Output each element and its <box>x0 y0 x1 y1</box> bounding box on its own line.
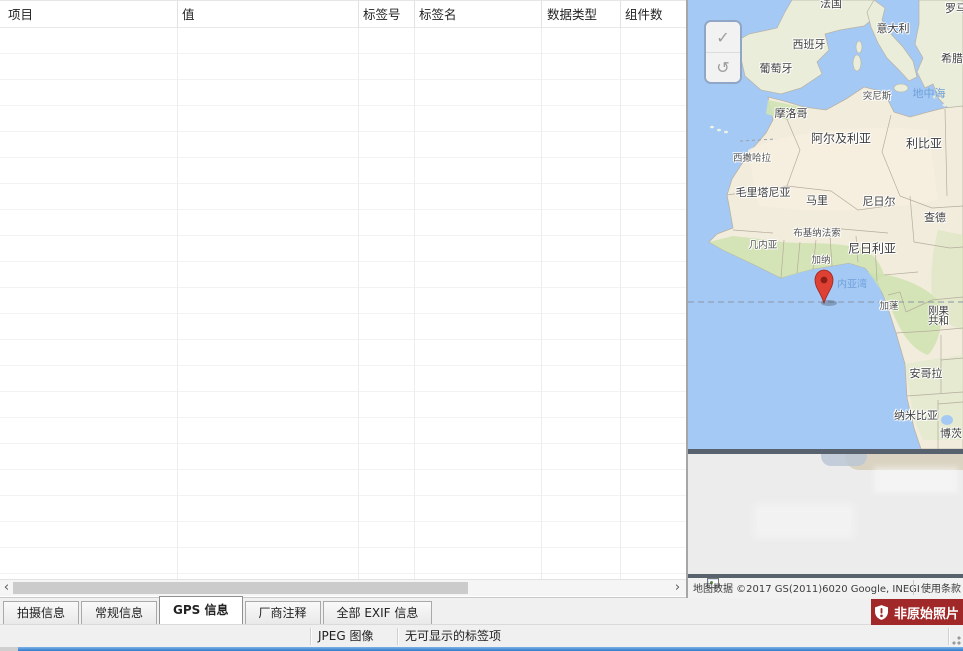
rotate-left-icon: ↺ <box>716 58 729 77</box>
tab-shooting-info[interactable]: 拍摄信息 <box>3 601 79 624</box>
column-header-value[interactable]: 值 <box>182 1 195 28</box>
tab-strip: 拍摄信息 常规信息 GPS 信息 厂商注释 全部 EXIF 信息 <box>3 596 434 624</box>
status-message: 无可显示的标签项 <box>405 625 501 648</box>
map-control-group: ✓ ↺ <box>704 20 742 84</box>
column-divider[interactable] <box>620 1 621 28</box>
column-header-item[interactable]: 项目 <box>8 1 33 28</box>
scroll-right-icon[interactable]: › <box>671 580 684 596</box>
exif-table: 项目 值 标签号 标签名 数据类型 组件数 ‹ › <box>0 0 686 597</box>
map-viewport[interactable]: 法国 罗马 意大利 西班牙 葡萄牙 希腊 突尼斯 地中海 摩洛哥 阿尔及利亚 利… <box>688 0 963 449</box>
checkmark-icon: ✓ <box>716 28 729 47</box>
column-divider[interactable] <box>414 1 415 28</box>
column-gridline <box>358 28 359 579</box>
map-attribution-text: 地图数据 ©2017 GS(2011)6020 Google, INEGI <box>693 580 920 595</box>
tab-maker-notes[interactable]: 厂商注释 <box>245 601 321 624</box>
column-gridline <box>541 28 542 579</box>
status-bar: JPEG 图像 无可显示的标签项 <box>0 624 963 647</box>
terms-of-use-link[interactable]: 使用条款 <box>913 580 961 595</box>
scroll-left-icon[interactable]: ‹ <box>0 580 13 596</box>
warning-badge-label: 非原始照片 <box>894 603 959 622</box>
window-bottom-corner <box>0 647 18 651</box>
horizontal-scrollbar[interactable]: ‹ › <box>0 579 686 596</box>
exif-table-header: 项目 值 标签号 标签名 数据类型 组件数 <box>0 1 686 28</box>
tab-bar: 拍摄信息 常规信息 GPS 信息 厂商注释 全部 EXIF 信息 <box>0 597 963 624</box>
column-header-data-type[interactable]: 数据类型 <box>547 1 597 28</box>
tab-general-info[interactable]: 常规信息 <box>81 601 157 624</box>
exif-viewer-window: 项目 值 标签号 标签名 数据类型 组件数 ‹ › <box>0 0 963 651</box>
map-tile-fragment <box>821 454 867 466</box>
map-attribution-bar: 地图数据 ©2017 GS(2011)6020 Google, INEGI 使用… <box>688 578 963 598</box>
tab-all-exif-info[interactable]: 全部 EXIF 信息 <box>323 601 433 624</box>
file-type-status: JPEG 图像 <box>318 625 373 648</box>
blurred-watermark <box>874 467 958 493</box>
window-bottom-edge <box>0 647 963 651</box>
tab-gps-info[interactable]: GPS 信息 <box>159 596 242 624</box>
non-original-photo-badge[interactable]: 非原始照片 <box>871 599 963 625</box>
streetview-panel-empty <box>688 454 963 574</box>
statusbar-divider <box>310 628 311 645</box>
blurred-watermark <box>754 504 854 538</box>
column-divider[interactable] <box>177 1 178 28</box>
gps-map-panel: 法国 罗马 意大利 西班牙 葡萄牙 希腊 突尼斯 地中海 摩洛哥 阿尔及利亚 利… <box>686 0 963 598</box>
shield-warning-icon <box>875 605 888 620</box>
column-divider[interactable] <box>358 1 359 28</box>
column-gridline <box>177 28 178 579</box>
column-divider[interactable] <box>541 1 542 28</box>
statusbar-divider <box>397 628 398 645</box>
column-header-tag-name[interactable]: 标签名 <box>419 1 457 28</box>
column-gridline <box>414 28 415 579</box>
resize-grip[interactable] <box>949 633 961 645</box>
scrollbar-thumb[interactable] <box>13 582 468 594</box>
reset-rotate-button[interactable]: ↺ <box>706 52 740 82</box>
column-gridline <box>620 28 621 579</box>
exif-table-body-empty <box>0 28 686 579</box>
column-header-components[interactable]: 组件数 <box>625 1 663 28</box>
confirm-button[interactable]: ✓ <box>706 22 740 52</box>
column-header-tag-number[interactable]: 标签号 <box>363 1 401 28</box>
